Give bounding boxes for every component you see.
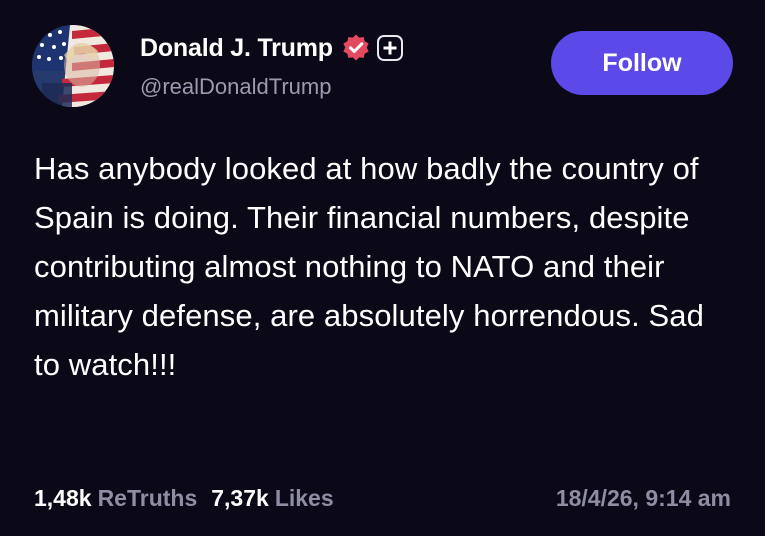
post-text: Has anybody looked at how badly the coun…	[34, 151, 704, 382]
display-name[interactable]: Donald J. Trump	[140, 34, 333, 63]
likes-label: Likes	[274, 484, 334, 511]
likes-count: 7,37k	[211, 484, 269, 511]
verified-badge-icon	[341, 33, 371, 63]
follow-button[interactable]: Follow	[551, 31, 733, 95]
post-timestamp[interactable]: 18/4/26, 9:14 am	[556, 478, 731, 518]
retruths-count: 1,48k	[34, 484, 92, 511]
author-name-row: Donald J. Trump	[140, 28, 403, 68]
post-stats: 1,48k ReTruths 7,37k Likes	[34, 478, 334, 518]
author-handle[interactable]: @realDonaldTrump	[140, 74, 331, 100]
retruths-label: ReTruths	[97, 484, 198, 511]
truth-post: Donald J. Trump @realDonaldTrump Follow …	[0, 0, 765, 536]
likes-stat[interactable]: 7,37k Likes	[211, 485, 333, 512]
flag-portrait-avatar	[32, 25, 114, 107]
plus-badge-icon	[376, 35, 403, 61]
retruths-stat[interactable]: 1,48k ReTruths	[34, 485, 197, 512]
avatar[interactable]	[32, 25, 114, 107]
